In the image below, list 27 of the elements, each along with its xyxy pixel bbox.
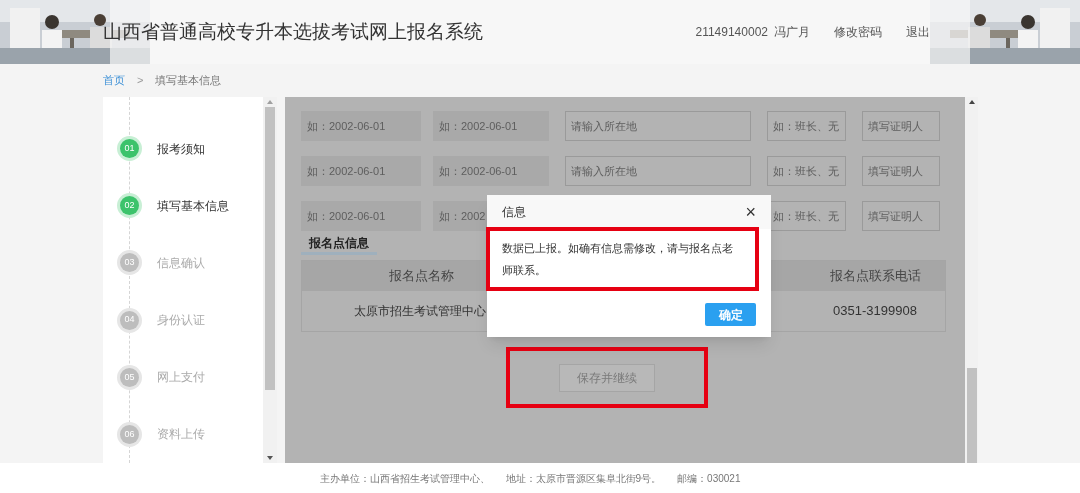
dialog-message: 数据已上报。如确有信息需修改，请与报名点老师联系。 [502, 241, 734, 278]
footer-text: 主办单位：山西省招生考试管理中心、 [319, 471, 490, 486]
step-label: 资料上传 [157, 426, 205, 444]
step-number: 05 [120, 367, 139, 387]
section-title: 报名点信息 [301, 234, 377, 255]
dialog-title: 信息 [502, 204, 526, 221]
step-label: 网上支付 [157, 369, 205, 387]
breadcrumb-current: 填写基本信息 [155, 73, 222, 89]
breadcrumb-separator: > [137, 73, 144, 89]
footer-text: 邮编：030021 [677, 471, 741, 486]
step-number: 06 [120, 424, 139, 444]
column-header: 报名点名称 [389, 267, 454, 286]
user-id: 21149140002 [695, 24, 768, 41]
step-number: 03 [120, 253, 139, 273]
table-cell-text: 0351-3199908 [832, 302, 918, 321]
user-name: 冯广月 [774, 24, 810, 41]
table-cell-text: 太原市招生考试管理中心 [354, 303, 486, 320]
step-label: 填写基本信息 [157, 197, 229, 215]
step-label: 身份认证 [157, 312, 205, 330]
site-title: 山西省普通高校专升本选拔考试网上报名系统 [103, 19, 483, 44]
step-label: 报考须知 [157, 140, 205, 158]
step-number: 04 [120, 310, 139, 330]
step-number: 02 [120, 196, 139, 216]
step-label: 信息确认 [157, 254, 205, 272]
column-header: 报名点联系电话 [828, 267, 922, 286]
footer-text: 地址：太原市晋源区集阜北街9号。 [505, 471, 662, 486]
step-number: 01 [120, 139, 139, 159]
